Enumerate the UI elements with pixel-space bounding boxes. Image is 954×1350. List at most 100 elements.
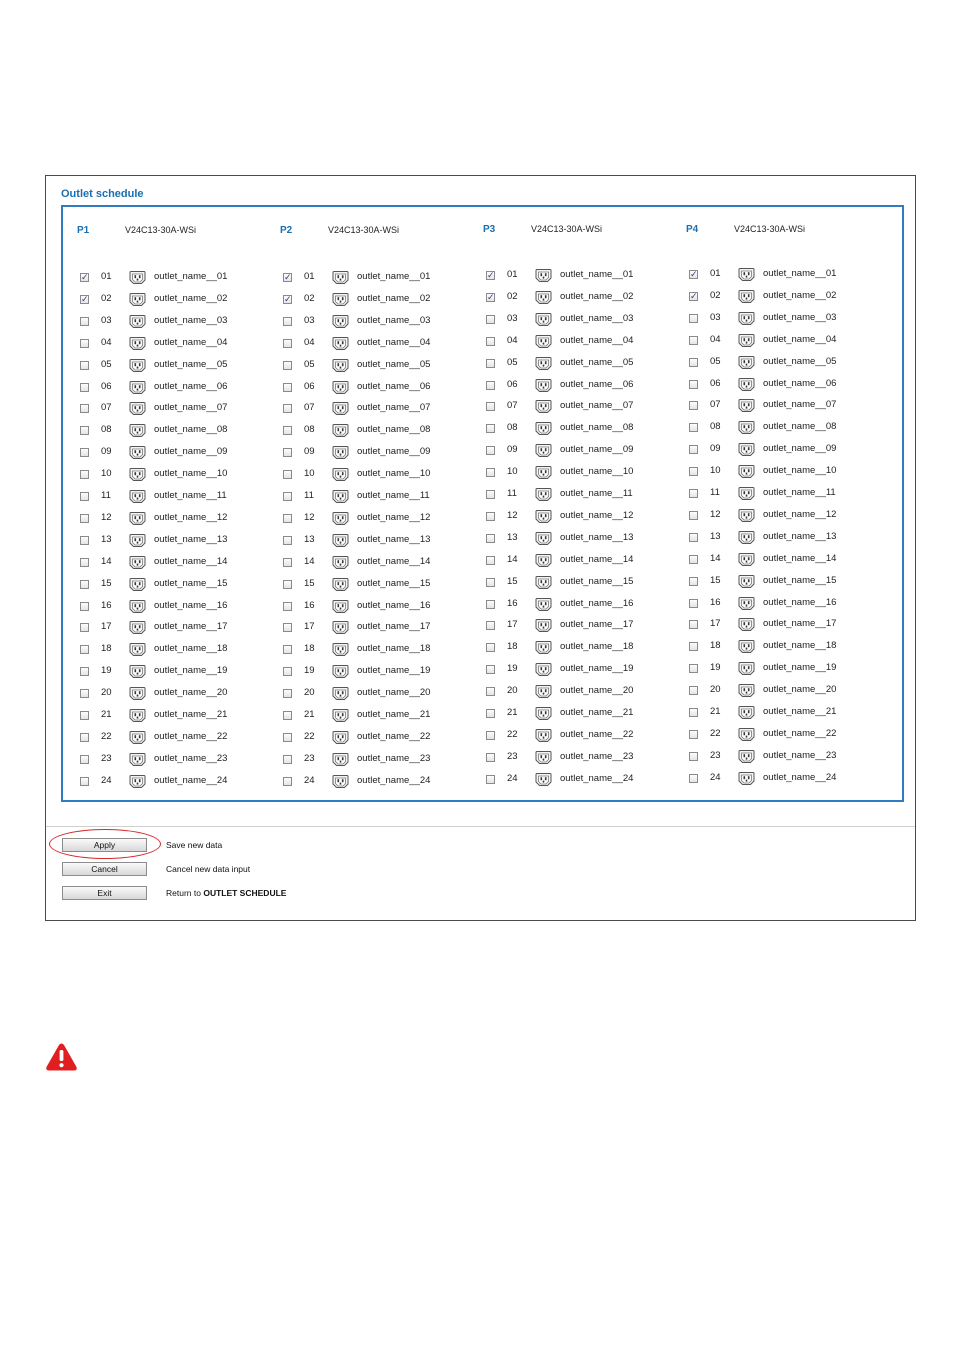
outlet-checkbox[interactable] — [283, 492, 292, 501]
outlet-checkbox[interactable] — [80, 426, 89, 436]
outlet-checkbox[interactable] — [486, 468, 495, 478]
outlet-checkbox[interactable] — [80, 470, 89, 480]
outlet-checkbox[interactable] — [283, 338, 292, 348]
outlet-checkbox[interactable] — [80, 382, 89, 392]
outlet-checkbox[interactable] — [80, 492, 89, 501]
outlet-checkbox[interactable] — [80, 557, 89, 567]
outlet-checkbox[interactable] — [689, 708, 698, 717]
outlet-checkbox[interactable] — [283, 754, 292, 764]
outlet-checkbox[interactable] — [283, 601, 292, 611]
outlet-checkbox[interactable] — [80, 535, 89, 545]
outlet-row: 11 outlet_name__11 — [672, 485, 872, 505]
outlet-checkbox[interactable] — [486, 599, 495, 609]
outlet-checkbox[interactable] — [80, 754, 89, 764]
outlet-checkbox[interactable] — [486, 643, 495, 653]
outlet-checkbox[interactable] — [283, 535, 292, 545]
outlet-checkbox[interactable] — [283, 689, 292, 699]
outlet-checkbox[interactable] — [486, 380, 495, 390]
outlet-checkbox[interactable] — [486, 555, 495, 565]
outlet-checkbox[interactable] — [283, 557, 292, 567]
outlet-checkbox[interactable] — [689, 379, 698, 389]
outlet-checkbox[interactable] — [80, 338, 89, 348]
outlet-checkbox[interactable] — [689, 313, 698, 323]
outlet-checkbox[interactable] — [80, 579, 89, 589]
outlet-checkbox[interactable] — [689, 751, 698, 761]
outlet-checkbox[interactable] — [80, 689, 89, 699]
outlet-checkbox[interactable] — [689, 664, 698, 674]
outlet-checkbox[interactable]: ✓ — [283, 273, 292, 282]
outlet-checkbox[interactable] — [283, 316, 292, 326]
outlet-checkbox[interactable] — [283, 579, 292, 589]
outlet-checkbox[interactable] — [689, 357, 698, 367]
outlet-checkbox[interactable] — [486, 533, 495, 543]
outlet-checkbox[interactable] — [689, 554, 698, 564]
outlet-checkbox[interactable] — [486, 621, 495, 631]
outlet-checkbox[interactable] — [486, 314, 495, 324]
outlet-checkbox[interactable] — [486, 752, 495, 762]
outlet-checkbox[interactable] — [689, 510, 698, 520]
outlet-checkbox[interactable] — [689, 642, 698, 652]
outlet-checkbox[interactable] — [283, 776, 292, 786]
outlet-checkbox[interactable] — [689, 423, 698, 433]
outlet-checkbox[interactable] — [283, 711, 292, 720]
outlet-checkbox[interactable] — [486, 336, 495, 346]
outlet-checkbox[interactable] — [80, 711, 89, 720]
outlet-checkbox[interactable] — [486, 774, 495, 784]
outlet-checkbox[interactable] — [283, 623, 292, 633]
outlet-checkbox[interactable] — [80, 316, 89, 326]
outlet-checkbox[interactable]: ✓ — [689, 291, 698, 301]
outlet-checkbox[interactable] — [689, 773, 698, 783]
outlet-checkbox[interactable] — [80, 732, 89, 742]
outlet-checkbox[interactable]: ✓ — [486, 292, 495, 302]
outlet-checkbox[interactable]: ✓ — [80, 273, 89, 282]
outlet-checkbox[interactable] — [689, 489, 698, 498]
outlet-checkbox[interactable] — [283, 360, 292, 370]
outlet-checkbox[interactable] — [486, 665, 495, 675]
outlet-checkbox[interactable] — [80, 667, 89, 677]
outlet-checkbox[interactable] — [283, 732, 292, 742]
outlet-checkbox[interactable] — [80, 404, 89, 414]
outlet-checkbox[interactable] — [486, 424, 495, 434]
outlet-checkbox[interactable] — [689, 335, 698, 345]
outlet-checkbox[interactable] — [80, 513, 89, 523]
outlet-checkbox[interactable] — [80, 360, 89, 370]
apply-button[interactable]: Apply — [62, 838, 147, 852]
outlet-checkbox[interactable]: ✓ — [283, 294, 292, 304]
outlet-checkbox[interactable] — [80, 448, 89, 458]
outlet-checkbox[interactable] — [689, 445, 698, 455]
outlet-checkbox[interactable] — [486, 358, 495, 368]
outlet-checkbox[interactable] — [80, 601, 89, 611]
outlet-checkbox[interactable] — [486, 490, 495, 499]
outlet-checkbox[interactable] — [283, 667, 292, 677]
outlet-checkbox[interactable]: ✓ — [486, 271, 495, 280]
outlet-checkbox[interactable] — [689, 576, 698, 586]
outlet-checkbox[interactable] — [486, 730, 495, 740]
outlet-checkbox[interactable] — [283, 470, 292, 480]
outlet-checkbox[interactable] — [689, 729, 698, 739]
outlet-checkbox[interactable] — [283, 426, 292, 436]
outlet-checkbox[interactable] — [689, 620, 698, 630]
outlet-checkbox[interactable] — [283, 404, 292, 414]
outlet-checkbox[interactable] — [486, 511, 495, 521]
outlet-checkbox[interactable] — [283, 645, 292, 655]
outlet-checkbox[interactable] — [486, 402, 495, 412]
outlet-checkbox[interactable]: ✓ — [80, 294, 89, 304]
outlet-checkbox[interactable] — [283, 382, 292, 392]
outlet-checkbox[interactable] — [486, 709, 495, 718]
outlet-checkbox[interactable] — [486, 687, 495, 697]
outlet-checkbox[interactable] — [283, 513, 292, 523]
outlet-checkbox[interactable] — [689, 467, 698, 477]
outlet-checkbox[interactable] — [689, 532, 698, 542]
outlet-checkbox[interactable] — [689, 598, 698, 608]
outlet-checkbox[interactable] — [486, 577, 495, 587]
outlet-checkbox[interactable] — [80, 776, 89, 786]
outlet-checkbox[interactable] — [486, 446, 495, 456]
outlet-checkbox[interactable] — [80, 645, 89, 655]
outlet-checkbox[interactable] — [689, 686, 698, 696]
outlet-checkbox[interactable] — [283, 448, 292, 458]
outlet-checkbox[interactable] — [689, 401, 698, 411]
outlet-checkbox[interactable] — [80, 623, 89, 633]
outlet-checkbox[interactable]: ✓ — [689, 270, 698, 279]
cancel-button[interactable]: Cancel — [62, 862, 147, 876]
exit-button[interactable]: Exit — [62, 886, 147, 900]
